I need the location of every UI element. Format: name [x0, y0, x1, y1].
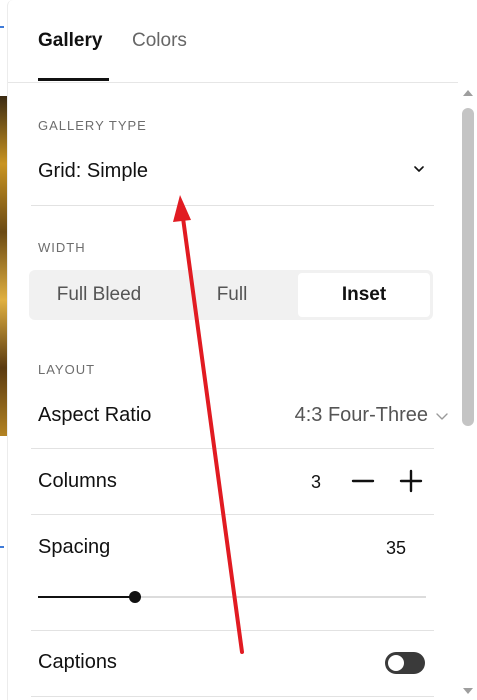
gallery-type-value: Grid: Simple	[38, 160, 149, 182]
spacing-value: 35	[386, 538, 407, 558]
width-segmented-control: Full Bleed Full Inset	[29, 270, 433, 320]
tab-bar: Gallery Colors	[8, 0, 458, 83]
background-gallery-image	[0, 96, 7, 436]
aspect-ratio-select[interactable]: 4:3 Four-Three	[295, 404, 428, 427]
tab-gallery[interactable]: Gallery	[38, 30, 102, 52]
chevron-down-icon	[436, 413, 448, 420]
divider	[31, 630, 434, 631]
tab-colors[interactable]: Colors	[132, 30, 187, 52]
spacing-slider-track[interactable]	[38, 591, 426, 603]
divider	[31, 205, 434, 206]
plus-icon[interactable]	[398, 468, 424, 494]
captions-label: Captions	[38, 651, 117, 673]
scroll-up-icon[interactable]	[462, 88, 474, 98]
columns-value: 3	[311, 472, 322, 492]
captions-toggle[interactable]	[385, 652, 425, 674]
spacing-label: Spacing	[38, 536, 111, 558]
divider	[31, 514, 434, 515]
scroll-down-icon[interactable]	[462, 686, 474, 696]
columns-label: Columns	[38, 470, 117, 492]
width-option-full-bleed[interactable]: Full Bleed	[32, 273, 166, 317]
divider	[31, 696, 434, 697]
width-section-label: WIDTH	[38, 240, 86, 255]
aspect-ratio-label: Aspect Ratio	[38, 404, 152, 426]
gallery-type-section-label: GALLERY TYPE	[38, 118, 147, 133]
background-accent-line	[0, 546, 4, 548]
gallery-settings-panel: Gallery Colors GALLERY TYPE Grid: Simple…	[7, 0, 477, 700]
captions-toggle-knob	[388, 655, 404, 671]
scrollbar-thumb[interactable]	[462, 108, 474, 426]
width-option-inset[interactable]: Inset	[298, 273, 430, 317]
background-accent-line	[0, 26, 4, 28]
scrollbar[interactable]	[458, 84, 477, 700]
divider	[31, 448, 434, 449]
width-option-full[interactable]: Full	[166, 273, 298, 317]
minus-icon[interactable]	[350, 468, 376, 494]
active-tab-indicator	[38, 78, 109, 81]
spacing-slider-fill	[38, 596, 135, 598]
gallery-type-select[interactable]: Grid: Simple	[31, 150, 434, 196]
layout-section-label: LAYOUT	[38, 362, 96, 377]
spacing-slider-thumb[interactable]	[129, 591, 141, 603]
chevron-down-icon	[414, 166, 424, 172]
